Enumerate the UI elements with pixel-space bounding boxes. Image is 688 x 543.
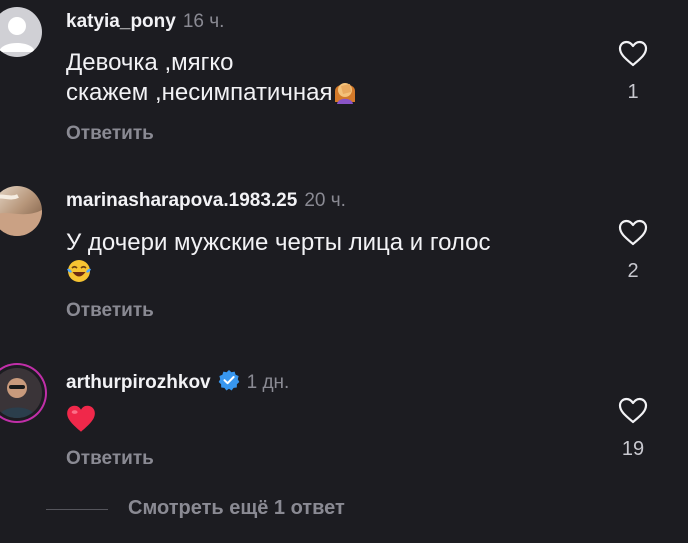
reply-button[interactable]: Ответить xyxy=(66,123,154,145)
avatar[interactable] xyxy=(0,7,42,57)
heart-outline-icon[interactable] xyxy=(618,40,648,67)
red-heart-icon xyxy=(67,405,95,432)
avatar[interactable] xyxy=(0,368,42,418)
timestamp: 16 ч. xyxy=(182,11,225,32)
comment-text xyxy=(66,404,586,438)
comment-meta: katyia_pony 16 ч. xyxy=(66,11,224,33)
avatar[interactable] xyxy=(0,186,42,236)
like-count: 19 xyxy=(621,438,645,460)
user-photo-icon xyxy=(0,368,42,418)
like-control: 19 xyxy=(610,397,656,461)
comment-line: У дочери мужские черты лица и голос xyxy=(66,229,491,256)
username[interactable]: marinasharapova.1983.25 xyxy=(66,190,297,211)
reply-button[interactable]: Ответить xyxy=(66,300,154,322)
timestamp: 20 ч. xyxy=(304,190,346,211)
divider-line xyxy=(46,509,108,510)
like-count: 1 xyxy=(627,81,639,103)
woman-facepalming-icon xyxy=(335,83,356,104)
like-control: 1 xyxy=(610,40,656,104)
heart-outline-icon[interactable] xyxy=(618,397,648,424)
comment-text: У дочери мужские черты лица и голос xyxy=(66,228,586,288)
timestamp: 1 дн. xyxy=(246,372,290,393)
comment-text: Девочка ,мягко скажем ,несимпатичная xyxy=(66,48,586,108)
verified-badge-icon xyxy=(218,370,239,391)
default-avatar-icon xyxy=(0,17,35,52)
username[interactable]: katyia_pony xyxy=(66,11,176,32)
comment-line: скажем ,несимпатичная xyxy=(66,79,333,106)
heart-outline-icon[interactable] xyxy=(618,219,648,246)
comment-line-wrap: скажем ,несимпатичная xyxy=(66,78,586,108)
comment-meta: arthurpirozhkov 1 дн. xyxy=(66,369,289,394)
user-photo-icon xyxy=(0,194,42,236)
comment-meta: marinasharapova.1983.25 20 ч. xyxy=(66,190,346,212)
comment-emoji-line xyxy=(66,258,586,288)
face-with-tears-of-joy-icon xyxy=(67,260,91,282)
comment-line: Девочка ,мягко xyxy=(66,49,234,76)
like-count: 2 xyxy=(627,260,639,282)
reply-button[interactable]: Ответить xyxy=(66,448,154,470)
like-control: 2 xyxy=(610,219,656,283)
username[interactable]: arthurpirozhkov xyxy=(66,372,211,393)
view-more-label[interactable]: Смотреть ещё 1 ответ xyxy=(128,497,345,520)
